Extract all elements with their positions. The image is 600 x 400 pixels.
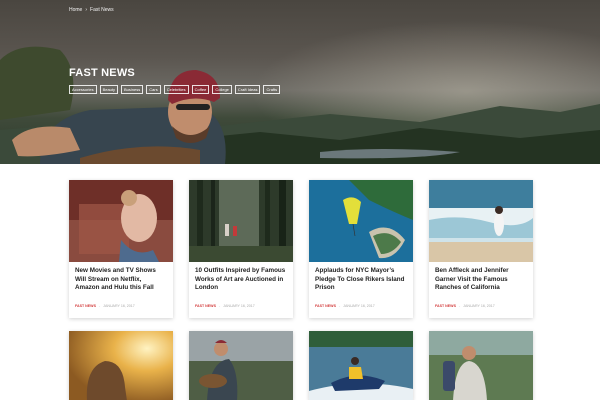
meta-separator: - [98, 304, 101, 308]
article-card[interactable] [189, 331, 293, 400]
meta-separator: - [338, 304, 341, 308]
article-meta: Fast News - January 16, 2017 [435, 304, 495, 308]
page-title: FAST NEWS [69, 67, 135, 79]
article-thumbnail[interactable] [69, 180, 173, 262]
article-card[interactable] [429, 331, 533, 400]
article-thumbnail[interactable] [309, 331, 413, 400]
article-card[interactable]: Applauds for NYC Mayor’s Pledge To Close… [309, 180, 413, 318]
hero-person-image [0, 46, 226, 164]
article-date: January 16, 2017 [103, 304, 135, 308]
tag-cars[interactable]: Cars [146, 85, 161, 94]
article-category[interactable]: Fast News [195, 304, 216, 308]
breadcrumb-current: Fast News [90, 7, 114, 13]
tag-college[interactable]: College [212, 85, 232, 94]
tag-accessories[interactable]: Accessories [69, 85, 97, 94]
article-thumbnail[interactable] [309, 180, 413, 262]
article-thumbnail[interactable] [69, 331, 173, 400]
article-date: January 16, 2017 [463, 304, 495, 308]
article-title[interactable]: 10 Outfits Inspired by Famous Works of A… [195, 267, 287, 293]
tag-coffee[interactable]: Coffee [191, 85, 210, 94]
article-title[interactable]: Ben Affleck and Jennifer Garner Visit th… [435, 267, 527, 293]
meta-separator: - [218, 304, 221, 308]
breadcrumb: Home › Fast News [69, 7, 114, 13]
article-category[interactable]: Fast News [315, 304, 336, 308]
article-date: January 16, 2017 [343, 304, 375, 308]
article-thumbnail[interactable] [429, 180, 533, 262]
article-thumbnail[interactable] [429, 331, 533, 400]
article-category[interactable]: Fast News [435, 304, 456, 308]
article-category[interactable]: Fast News [75, 304, 96, 308]
tag-business[interactable]: Business [121, 85, 144, 94]
article-card[interactable]: New Movies and TV Shows Will Stream on N… [69, 180, 173, 318]
article-thumbnail[interactable] [189, 331, 293, 400]
article-meta: Fast News - January 16, 2017 [75, 304, 135, 308]
article-meta: Fast News - January 16, 2017 [315, 304, 375, 308]
breadcrumb-home-link[interactable]: Home [69, 7, 82, 13]
article-thumbnail[interactable] [189, 180, 293, 262]
category-tags: Accessories Beauty Business Cars Celebri… [69, 85, 281, 94]
hero-banner: Home › Fast News FAST NEWS Accessories B… [0, 0, 600, 164]
meta-separator: - [458, 304, 461, 308]
breadcrumb-separator: › [85, 7, 88, 13]
tag-beauty[interactable]: Beauty [99, 85, 119, 94]
article-card[interactable]: Ben Affleck and Jennifer Garner Visit th… [429, 180, 533, 318]
tag-craft-ideas[interactable]: Craft Ideas [234, 85, 261, 94]
article-card[interactable] [309, 331, 413, 400]
article-meta: Fast News - January 16, 2017 [195, 304, 255, 308]
article-card[interactable] [69, 331, 173, 400]
article-title[interactable]: Applauds for NYC Mayor’s Pledge To Close… [315, 267, 407, 293]
tag-celebrities[interactable]: Celebrities [163, 85, 189, 94]
article-date: January 16, 2017 [223, 304, 255, 308]
tag-crafts[interactable]: Crafts [263, 85, 281, 94]
article-card[interactable]: 10 Outfits Inspired by Famous Works of A… [189, 180, 293, 318]
article-title[interactable]: New Movies and TV Shows Will Stream on N… [75, 267, 167, 293]
